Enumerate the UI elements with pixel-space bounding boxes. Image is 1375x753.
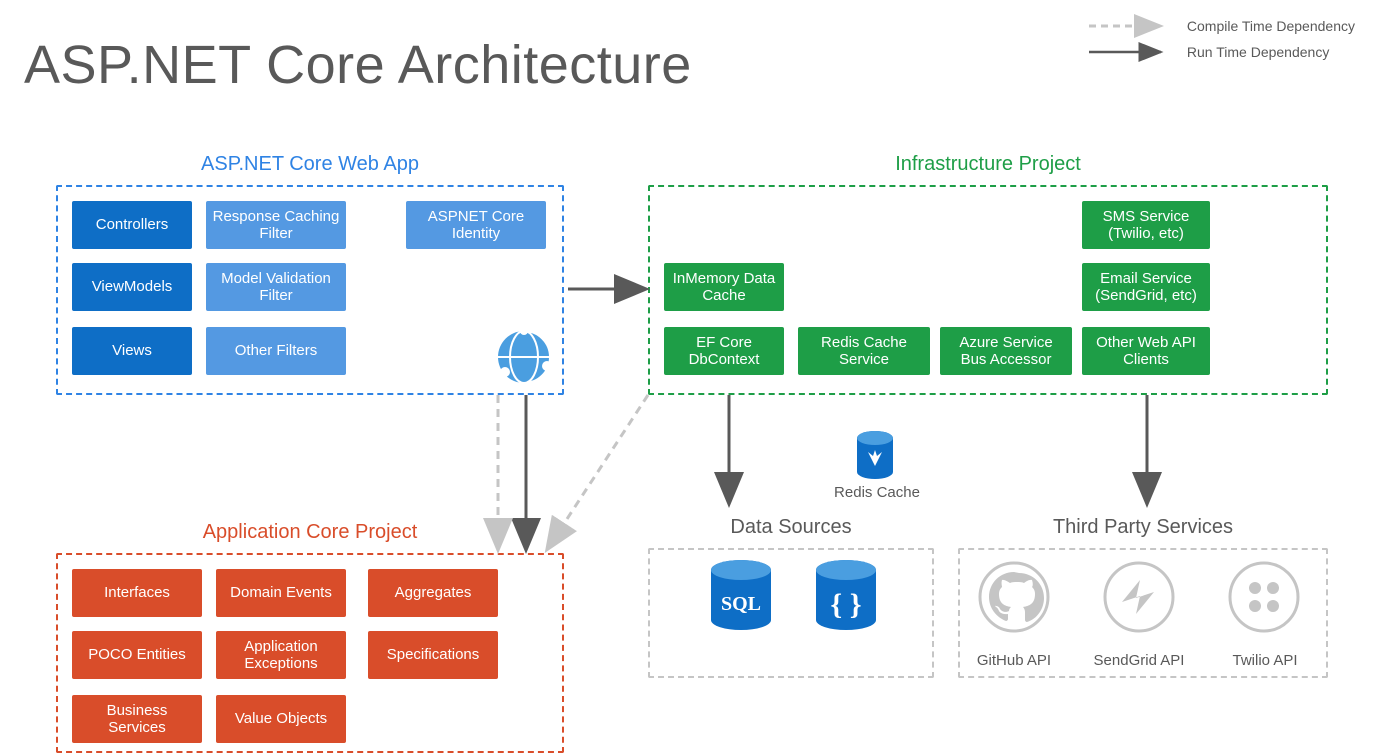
connectors <box>0 0 1375 753</box>
